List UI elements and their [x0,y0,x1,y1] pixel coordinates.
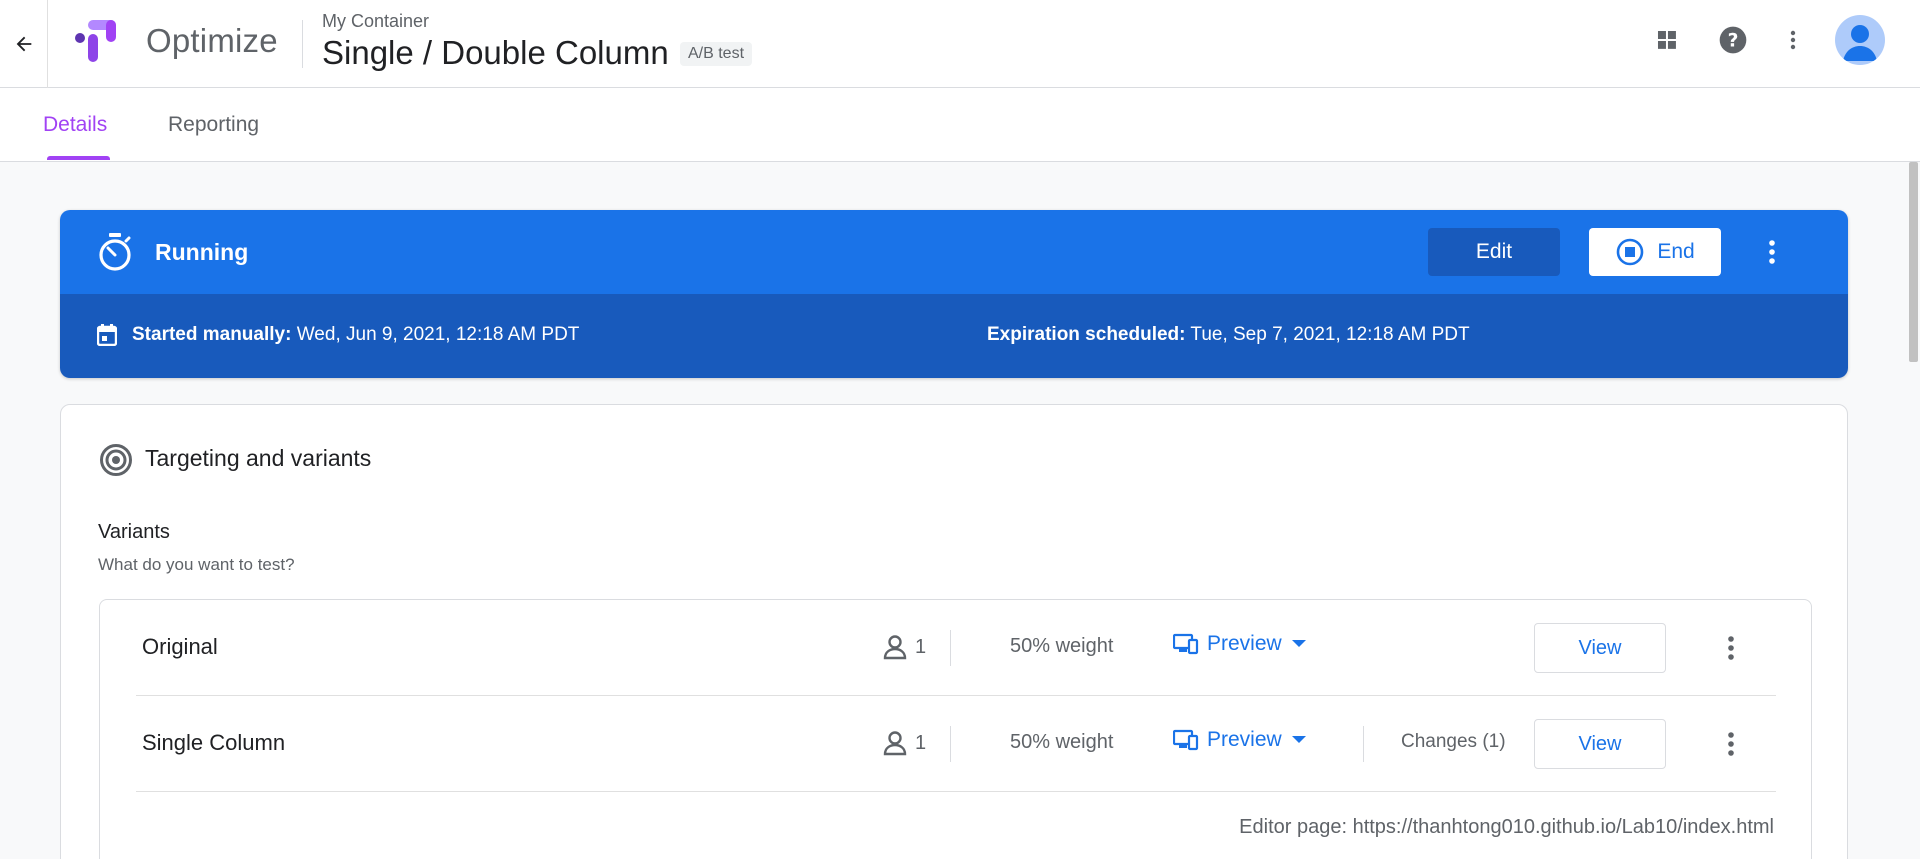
status-more-icon[interactable] [1752,232,1792,272]
help-icon[interactable]: ? [1713,20,1753,60]
back-arrow-icon[interactable] [0,0,48,88]
variant-more-icon[interactable] [1711,628,1751,668]
status-card: Running Edit End Started manually: Wed, … [60,210,1848,378]
variant-people-count: 1 [915,731,927,754]
variant-people: 1 [881,729,926,757]
product-name: Optimize [146,22,278,59]
account-avatar-icon[interactable] [1835,15,1885,65]
view-button[interactable]: View [1534,623,1666,673]
experience-title: Single / Double Column [322,34,669,71]
variants-list: Original 1 50% weight Preview View Singl… [99,599,1812,859]
editor-page-url: Editor page: https://thanhtong010.github… [1239,816,1774,838]
variant-more-icon[interactable] [1711,724,1751,764]
tab-bar: Details Reporting [0,88,1920,162]
preview-label: Preview [1207,632,1282,655]
variant-row: Original 1 50% weight Preview View [136,600,1776,696]
person-icon [883,635,907,660]
started-value: Wed, Jun 9, 2021, 12:18 AM PDT [291,324,580,345]
variant-weight[interactable]: 50% weight [1010,635,1113,658]
devices-icon [1173,729,1199,751]
active-tab-indicator [47,156,110,160]
app-bar: Optimize My Container Single / Double Co… [0,0,1920,88]
end-button[interactable]: End [1589,228,1721,276]
container-name: My Container [322,11,430,31]
targeting-card: Targeting and variants Variants What do … [60,404,1848,859]
status-card-header: Running Edit End [60,210,1848,294]
preview-label: Preview [1207,728,1282,751]
targeting-title: Targeting and variants [145,445,372,471]
status-card-info: Started manually: Wed, Jun 9, 2021, 12:1… [60,294,1848,378]
page-scrollbar[interactable] [1906,162,1920,859]
calendar-icon [96,324,118,351]
expiration-value: Tue, Sep 7, 2021, 12:18 AM PDT [1185,324,1470,345]
dropdown-arrow-icon [1291,640,1306,647]
stop-circle-icon [1617,238,1644,266]
svg-text:?: ? [1728,31,1739,52]
variant-name: Single Column [142,730,286,755]
variant-people: 1 [881,633,926,661]
column-divider [950,630,951,666]
dropdown-arrow-icon [1291,736,1306,743]
variant-row: Single Column 1 50% weight Preview Chang… [136,696,1776,792]
started-info: Started manually: Wed, Jun 9, 2021, 12:1… [132,324,579,346]
more-vert-icon[interactable] [1773,20,1813,60]
column-divider [1363,726,1364,762]
preview-dropdown[interactable]: Preview [1173,728,1308,752]
expiration-info: Expiration scheduled: Tue, Sep 7, 2021, … [987,324,1470,346]
tab-reporting[interactable]: Reporting [168,113,259,137]
timer-icon [96,232,134,277]
variant-people-count: 1 [915,635,927,658]
status-label: Running [155,239,249,265]
end-button-label: End [1657,240,1695,263]
target-icon [99,443,133,482]
variants-heading: Variants [98,521,170,543]
apps-grid-icon[interactable] [1647,20,1687,60]
devices-icon [1173,633,1199,655]
optimize-logo [74,18,118,62]
tab-details[interactable]: Details [43,113,107,137]
column-divider [950,726,951,762]
variants-subheading: What do you want to test? [98,555,295,574]
experience-type-badge: A/B test [680,42,753,66]
variant-name: Original [142,634,218,659]
preview-dropdown[interactable]: Preview [1173,632,1308,656]
header-divider [302,20,303,68]
expiration-label: Expiration scheduled: [987,324,1186,345]
changes-link[interactable]: Changes (1) [1401,731,1506,753]
edit-button[interactable]: Edit [1428,228,1560,276]
view-button[interactable]: View [1534,719,1666,769]
person-icon [883,731,907,756]
scrollbar-thumb[interactable] [1909,162,1918,362]
started-label: Started manually: [132,324,292,345]
variant-weight[interactable]: 50% weight [1010,731,1113,754]
